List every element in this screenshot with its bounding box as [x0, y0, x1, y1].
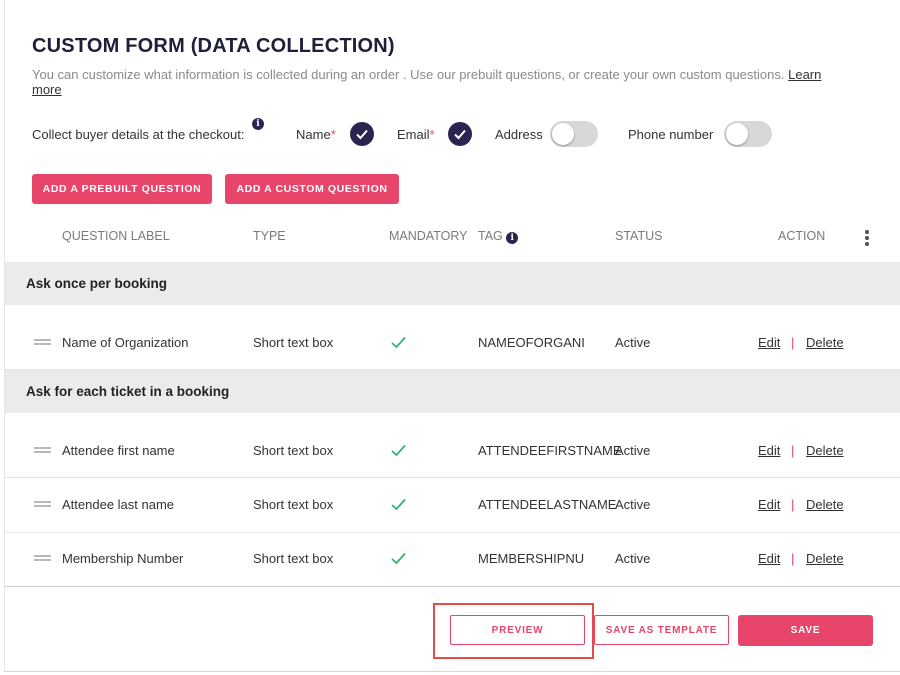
- name-field-label: Name*: [296, 127, 336, 142]
- mandatory-check-icon: [391, 498, 406, 511]
- table-bottom-divider: [5, 586, 900, 587]
- edit-link[interactable]: Edit: [758, 497, 780, 512]
- column-header: QUESTION LABEL: [62, 229, 170, 243]
- column-header-tag: TAG i: [478, 229, 519, 244]
- delete-link[interactable]: Delete: [806, 335, 844, 350]
- column-header: TYPE: [253, 229, 286, 243]
- table-row: Attendee first name Short text box ATTEN…: [5, 423, 900, 478]
- edit-link[interactable]: Edit: [758, 551, 780, 566]
- address-field-label: Address: [495, 127, 543, 142]
- action-separator: |: [791, 551, 795, 566]
- action-separator: |: [791, 335, 795, 350]
- delete-link[interactable]: Delete: [806, 497, 844, 512]
- drag-handle-icon[interactable]: [34, 555, 51, 561]
- column-header: STATUS: [615, 229, 663, 243]
- question-label: Membership Number: [62, 551, 184, 566]
- add-prebuilt-question-button[interactable]: ADD A PREBUILT QUESTION: [32, 174, 212, 204]
- column-header: ACTION: [778, 229, 826, 243]
- custom-form-page: CUSTOM FORM (DATA COLLECTION) You can cu…: [0, 0, 900, 675]
- question-type: Short text box: [253, 497, 334, 512]
- page-title: CUSTOM FORM (DATA COLLECTION): [32, 35, 395, 57]
- group-header: Ask once per booking: [5, 262, 900, 305]
- toggle-knob: [726, 123, 748, 145]
- table-header: QUESTION LABEL TYPE MANDATORY TAG i STAT…: [5, 229, 900, 249]
- info-icon[interactable]: i: [506, 232, 519, 244]
- action-separator: |: [791, 497, 795, 512]
- mandatory-check-icon: [391, 444, 406, 457]
- check-icon: [454, 129, 466, 140]
- save-button[interactable]: SAVE: [738, 615, 873, 646]
- drag-handle-icon[interactable]: [34, 339, 51, 345]
- edit-link[interactable]: Edit: [758, 335, 780, 350]
- question-label: Name of Organization: [62, 335, 189, 350]
- group-header: Ask for each ticket in a booking: [5, 370, 900, 413]
- more-options-icon[interactable]: [864, 230, 870, 248]
- email-field-label: Email*: [397, 127, 435, 142]
- address-toggle[interactable]: [550, 121, 598, 147]
- question-type: Short text box: [253, 443, 334, 458]
- question-tag: NAMEOFORGANI: [478, 335, 585, 350]
- toggle-knob: [552, 123, 574, 145]
- question-status: Active: [615, 335, 651, 350]
- preview-highlight-box: [433, 603, 594, 659]
- delete-link[interactable]: Delete: [806, 551, 844, 566]
- table-row: Membership Number Short text box MEMBERS…: [5, 532, 900, 586]
- page-description: You can customize what information is co…: [32, 67, 852, 97]
- question-label: Attendee first name: [62, 443, 175, 458]
- question-tag: ATTENDEELASTNAME: [478, 497, 617, 512]
- table-row: Name of Organization Short text box NAME…: [5, 315, 900, 370]
- question-tag: ATTENDEEFIRSTNAME: [478, 443, 622, 458]
- question-status: Active: [615, 443, 651, 458]
- name-checkbox[interactable]: [350, 122, 374, 146]
- phone-toggle[interactable]: [724, 121, 772, 147]
- collect-label: Collect buyer details at the checkout:: [32, 127, 245, 142]
- info-icon[interactable]: i: [252, 118, 264, 130]
- mandatory-check-icon: [391, 552, 406, 565]
- save-as-template-button[interactable]: SAVE AS TEMPLATE: [594, 615, 729, 645]
- phone-field-label: Phone number: [628, 127, 714, 142]
- question-tag: MEMBERSHIPNU: [478, 551, 585, 566]
- question-label: Attendee last name: [62, 497, 175, 512]
- edit-link[interactable]: Edit: [758, 443, 780, 458]
- check-icon: [356, 129, 368, 140]
- email-checkbox[interactable]: [448, 122, 472, 146]
- description-text: You can customize what information is co…: [32, 67, 785, 82]
- question-status: Active: [615, 497, 651, 512]
- question-type: Short text box: [253, 335, 334, 350]
- mandatory-check-icon: [391, 336, 406, 349]
- drag-handle-icon[interactable]: [34, 501, 51, 507]
- action-separator: |: [791, 443, 795, 458]
- column-header: MANDATORY: [389, 229, 468, 243]
- table-row: Attendee last name Short text box ATTEND…: [5, 478, 900, 533]
- add-custom-question-button[interactable]: ADD A CUSTOM QUESTION: [225, 174, 399, 204]
- delete-link[interactable]: Delete: [806, 443, 844, 458]
- question-status: Active: [615, 551, 651, 566]
- drag-handle-icon[interactable]: [34, 447, 51, 453]
- question-type: Short text box: [253, 551, 334, 566]
